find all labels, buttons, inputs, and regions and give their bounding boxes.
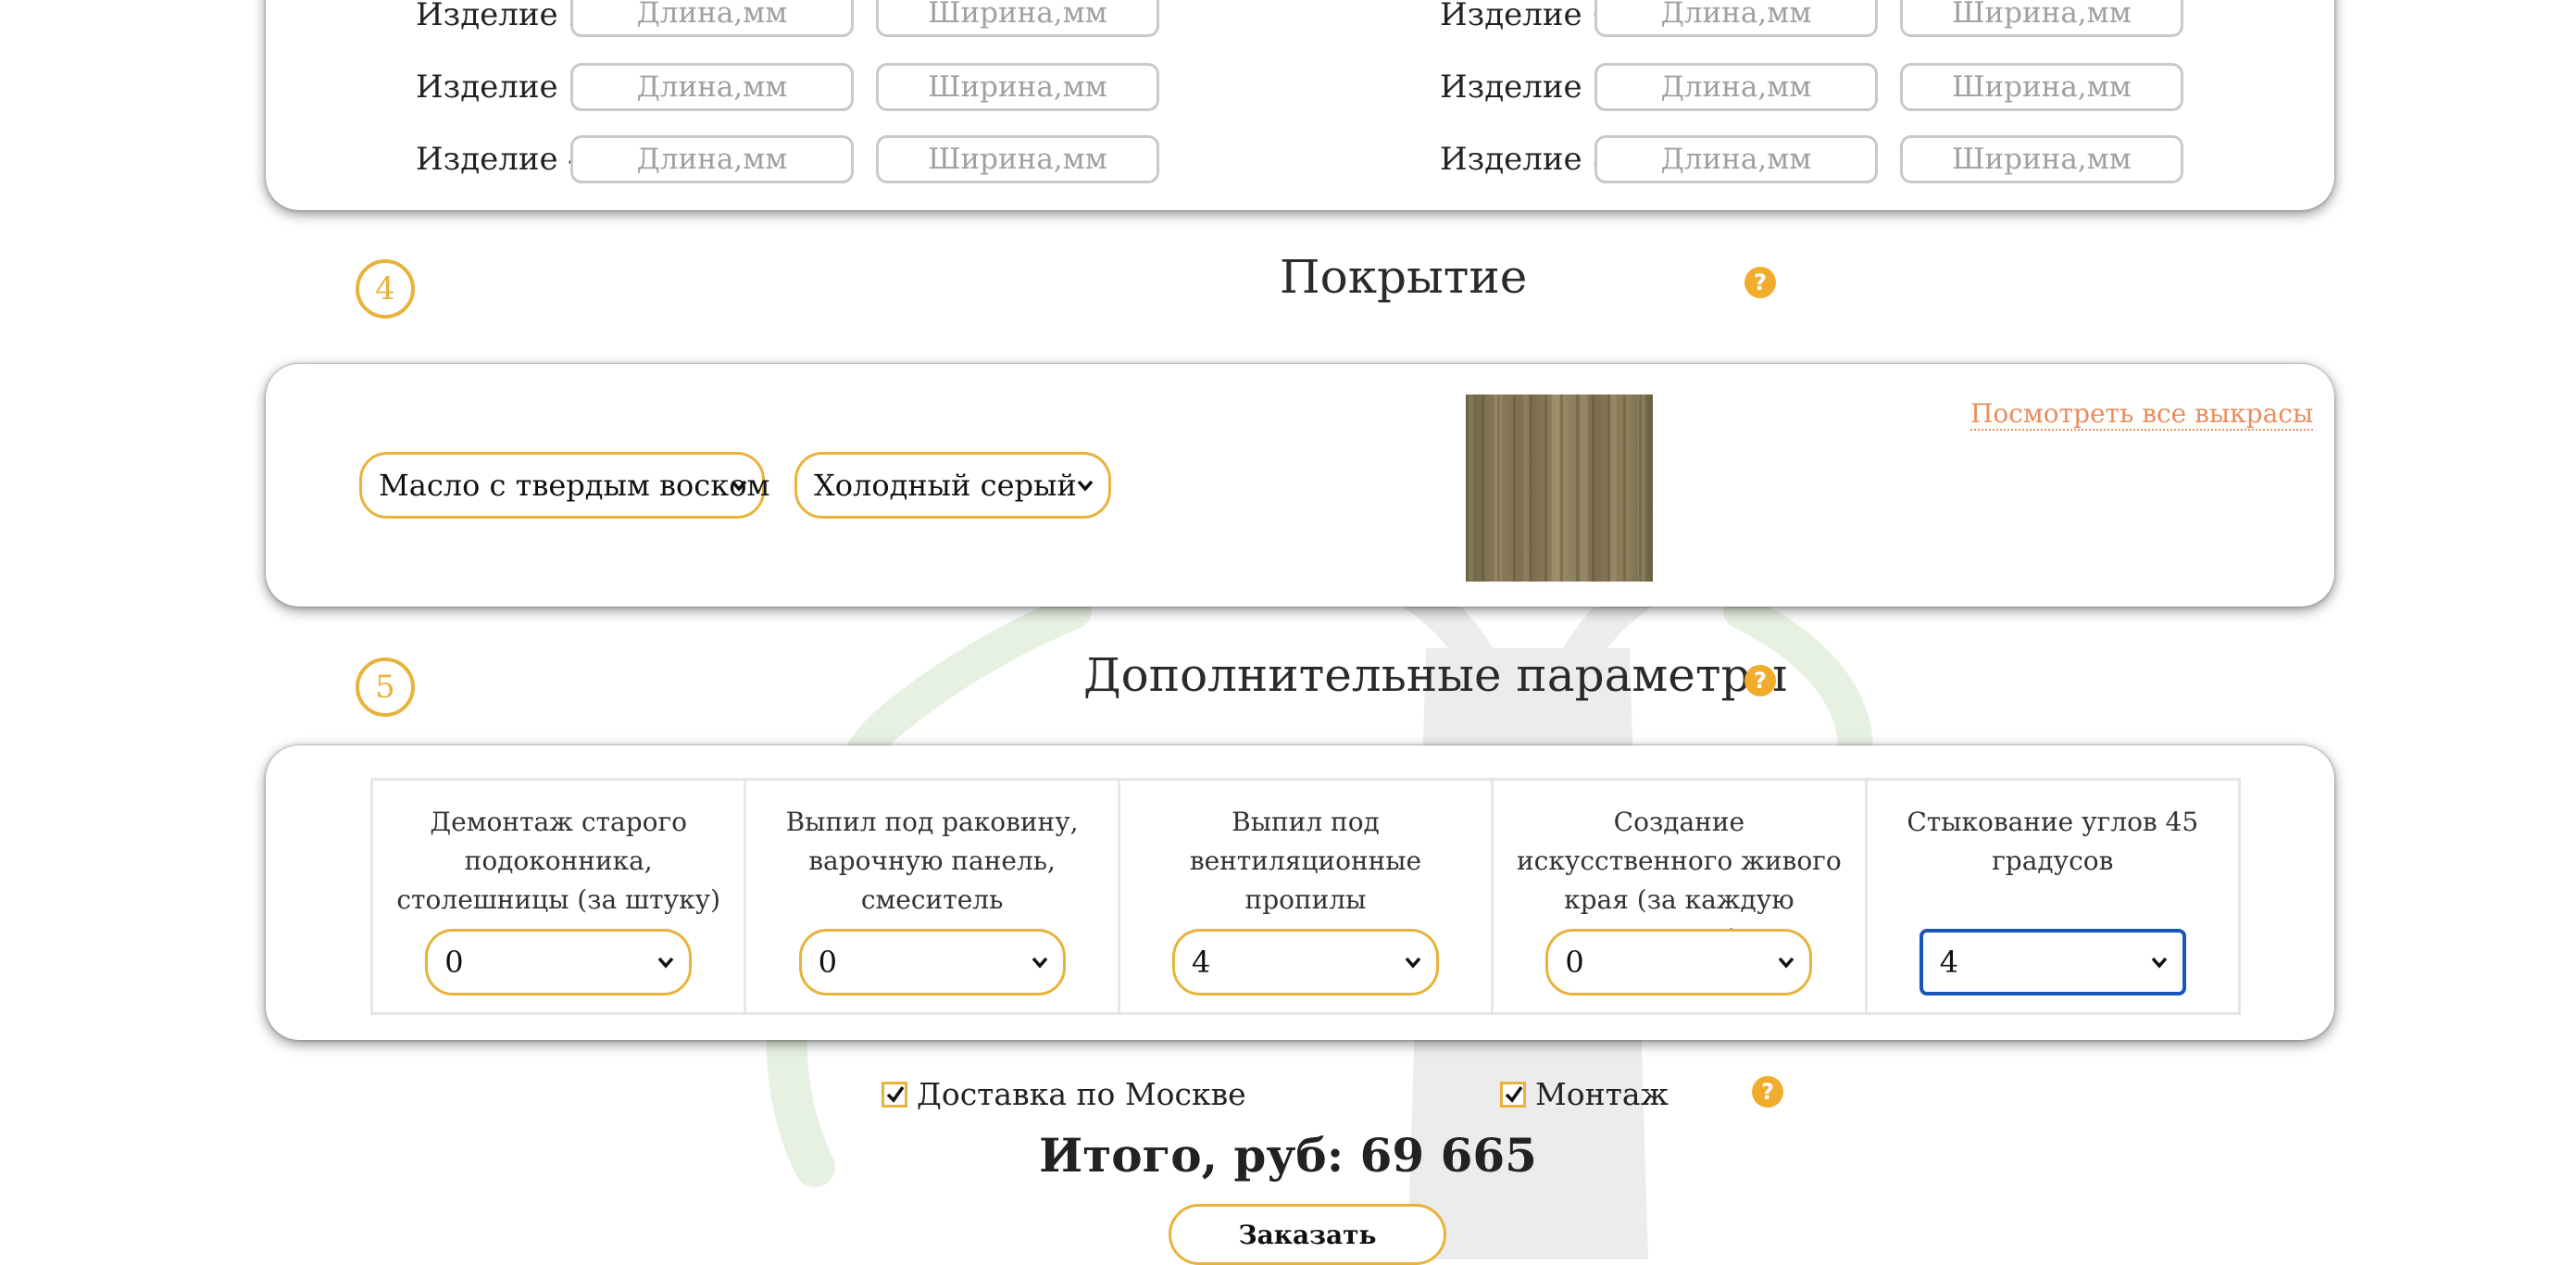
param-cell: Выпил под раковину, варочную панель, сме… [744,778,1120,1015]
coating-type-select[interactable]: Масло с твердым воском [359,452,769,519]
param-dismantle-select[interactable]: 0 [425,929,693,996]
coating-type-value: Масло с твердым воском [379,468,770,503]
param-cell: Стыкование углов 45 градусов 4 [1864,778,2242,1015]
checkmark-icon [886,1085,905,1103]
product-6-width-input[interactable] [1900,0,2183,37]
extra-params-title: Дополнительные параметры [1083,648,1788,702]
product-3-length-input[interactable] [570,63,854,111]
total-price: Итого, руб: 69 665 [1039,1128,1537,1183]
options-help-icon[interactable]: ? [1752,1076,1783,1108]
coating-color-swatch-image [1466,395,1653,582]
param-cell: Демонтаж старого подоконника, столешницы… [369,778,747,1015]
delivery-label: Доставка по Москве [917,1076,1246,1112]
param-label: Выпил под вентиляционные пропилы [1189,807,1422,915]
mount-checkbox[interactable] [1500,1082,1526,1108]
coating-color-select[interactable]: Холодный серый [794,452,1111,519]
view-all-colors-link[interactable]: Посмотреть все выкрасы [1970,398,2314,431]
product-7-length-input[interactable] [1594,63,1878,111]
product-6-length-input[interactable] [1594,0,1878,37]
product-2-length-input[interactable] [570,0,854,37]
delivery-checkbox[interactable] [882,1082,907,1108]
product-8-length-input[interactable] [1594,135,1878,183]
product-4-length-input[interactable] [570,135,854,183]
chevron-down-icon [1032,957,1047,969]
chevron-down-icon [1779,957,1794,969]
chevron-down-icon [1405,957,1421,969]
chevron-down-icon [2151,957,2168,969]
chevron-down-icon [657,957,674,969]
product-2-width-input[interactable] [876,0,1159,37]
param-label: Стыкование углов 45 градусов [1907,807,2199,876]
coating-color-value: Холодный серый [814,468,1077,503]
param-cell: Создание искусственного живого края (за … [1491,778,1868,1015]
step-4-badge: 4 [356,259,415,319]
param-label: Демонтаж старого подоконника, столешницы… [396,807,720,915]
param-vent-cuts-value: 4 [1191,945,1211,980]
product-3-width-input[interactable] [876,63,1159,111]
param-live-edge-select[interactable]: 0 [1545,929,1813,996]
chevron-down-icon [1077,480,1094,492]
step-5-badge: 5 [356,658,415,717]
param-label: Выпил под раковину, варочную панель, сме… [785,807,1079,915]
param-live-edge-value: 0 [1565,945,1584,980]
checkmark-icon [1505,1085,1523,1103]
coating-title: Покрытие [1280,250,1528,304]
param-sink-cutout-select[interactable]: 0 [798,929,1066,996]
extra-params-table: Демонтаж старого подоконника, столешницы… [369,778,2242,1015]
param-corner-45-value: 4 [1939,945,1959,980]
extra-params-help-icon[interactable]: ? [1744,665,1776,696]
param-label: Создание искусственного живого края (за … [1517,807,1842,954]
param-cell: Выпил под вентиляционные пропилы 4 [1117,778,1494,1015]
order-button[interactable]: Заказать [1169,1204,1446,1265]
mount-label: Монтаж [1535,1076,1669,1112]
product-4-width-input[interactable] [876,135,1159,183]
param-vent-cuts-select[interactable]: 4 [1171,929,1439,996]
param-dismantle-value: 0 [444,945,464,980]
coating-help-icon[interactable]: ? [1744,267,1776,298]
param-sink-cutout-value: 0 [818,945,837,980]
param-corner-45-select[interactable]: 4 [1919,929,2186,996]
product-8-width-input[interactable] [1900,135,2183,183]
product-7-width-input[interactable] [1900,63,2183,111]
chevron-down-icon [731,480,747,492]
